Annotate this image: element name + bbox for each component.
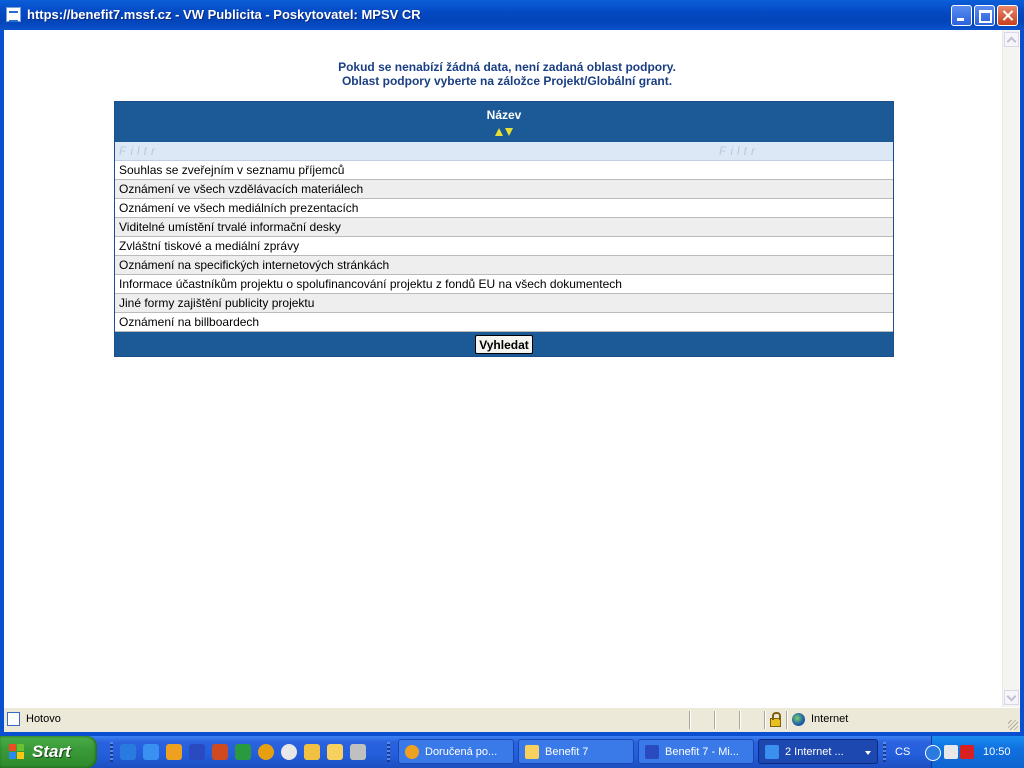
resize-grip-icon[interactable] bbox=[1008, 720, 1018, 730]
table-row[interactable]: Informace účastníkům projektu o spolufin… bbox=[115, 275, 893, 294]
status-divider bbox=[764, 711, 766, 729]
task-label: Doručená po... bbox=[425, 746, 498, 758]
ie-icon bbox=[765, 745, 779, 759]
minimize-button[interactable] bbox=[951, 5, 972, 26]
table-row[interactable]: Oznámení na billboardech bbox=[115, 313, 893, 332]
excel-quicklaunch-icon[interactable] bbox=[235, 744, 251, 760]
task-label: 2 Internet ... bbox=[785, 746, 844, 758]
status-divider bbox=[714, 711, 716, 729]
task-label: Benefit 7 - Mi... bbox=[665, 746, 739, 758]
table-row[interactable]: Oznámení ve všech mediálních prezentacíc… bbox=[115, 199, 893, 218]
antivirus-icon[interactable] bbox=[960, 745, 974, 759]
task-inbox[interactable]: Doručená po... bbox=[398, 739, 514, 764]
publicity-grid: Název Filtr Filtr Souhlas se zveřejním v… bbox=[114, 101, 894, 357]
window-title: https://benefit7.mssf.cz - VW Publicita … bbox=[27, 7, 421, 22]
network-icon[interactable] bbox=[944, 745, 958, 759]
task-benefit7-folder[interactable]: Benefit 7 bbox=[518, 739, 634, 764]
clock-quicklaunch-icon[interactable] bbox=[166, 744, 182, 760]
page-status-icon bbox=[7, 712, 20, 726]
filter-input-right[interactable]: Filtr bbox=[719, 144, 759, 158]
maximize-button[interactable] bbox=[974, 5, 995, 26]
window-title-bar[interactable]: https://benefit7.mssf.cz - VW Publicita … bbox=[0, 0, 1024, 30]
toolbar-grip[interactable] bbox=[883, 742, 886, 762]
task-label: Benefit 7 bbox=[545, 746, 589, 758]
grid-footer: Vyhledat bbox=[115, 332, 893, 356]
folder-icon bbox=[525, 745, 539, 759]
window-frame-right bbox=[1020, 30, 1024, 736]
filter-input-left[interactable]: Filtr bbox=[119, 144, 159, 158]
table-row[interactable]: Zvláštní tiskové a mediální zprávy bbox=[115, 237, 893, 256]
media-quicklaunch-icon[interactable] bbox=[258, 744, 274, 760]
status-divider bbox=[786, 711, 788, 729]
table-row[interactable]: Souhlas se zveřejním v seznamu příjemců bbox=[115, 161, 893, 180]
player-quicklaunch-icon[interactable] bbox=[281, 744, 297, 760]
clock-icon bbox=[405, 745, 419, 759]
close-button[interactable] bbox=[997, 5, 1018, 26]
grid-header: Název bbox=[115, 102, 893, 142]
tools-quicklaunch-icon[interactable] bbox=[350, 744, 366, 760]
info-message: Pokud se nenabízí žádná data, není zadan… bbox=[4, 60, 1010, 88]
task-internet-explorer-group[interactable]: 2 Internet ... bbox=[758, 739, 878, 764]
start-button[interactable]: Start bbox=[0, 736, 97, 768]
sort-controls bbox=[494, 123, 514, 141]
status-text: Hotovo bbox=[26, 713, 61, 725]
table-row[interactable]: Oznámení ve všech vzdělávacích materiále… bbox=[115, 180, 893, 199]
ie-alt-quicklaunch-icon[interactable] bbox=[143, 744, 159, 760]
clock[interactable]: 10:50 bbox=[983, 746, 1011, 758]
ie-quicklaunch-icon[interactable] bbox=[120, 744, 136, 760]
start-label: Start bbox=[32, 742, 71, 761]
task-benefit7-word[interactable]: Benefit 7 - Mi... bbox=[638, 739, 754, 764]
vertical-scrollbar[interactable] bbox=[1002, 30, 1019, 707]
sort-descending-icon[interactable] bbox=[505, 128, 513, 136]
status-divider bbox=[689, 711, 691, 729]
folder-quicklaunch-icon[interactable] bbox=[327, 744, 343, 760]
word-quicklaunch-icon[interactable] bbox=[189, 744, 205, 760]
status-divider bbox=[739, 711, 741, 729]
table-row[interactable]: Jiné formy zajištění publicity projektu bbox=[115, 294, 893, 313]
language-indicator[interactable]: CS bbox=[895, 746, 910, 758]
chat-quicklaunch-icon[interactable] bbox=[304, 744, 320, 760]
table-row[interactable]: Viditelné umístění trvalé informační des… bbox=[115, 218, 893, 237]
info-message-line2: Oblast podpory vyberte na záložce Projek… bbox=[341, 74, 673, 88]
info-message-line1: Pokud se nenabízí žádná data, není zadan… bbox=[338, 60, 676, 74]
scroll-up-icon[interactable] bbox=[1004, 32, 1019, 47]
sort-ascending-icon[interactable] bbox=[495, 128, 503, 136]
globe-icon bbox=[792, 713, 805, 726]
ie-page-icon[interactable] bbox=[6, 7, 21, 22]
search-button[interactable]: Vyhledat bbox=[475, 335, 533, 354]
word-icon bbox=[645, 745, 659, 759]
security-zone-label: Internet bbox=[811, 713, 849, 725]
filter-row[interactable]: Filtr Filtr bbox=[115, 142, 893, 161]
windows-logo-icon bbox=[9, 744, 25, 760]
status-bar: Hotovo Internet bbox=[4, 707, 1020, 732]
taskbar: Start Doručená po... Benefit 7 Benefit 7… bbox=[0, 736, 1024, 768]
lock-icon[interactable] bbox=[770, 712, 781, 727]
column-header-nazev[interactable]: Název bbox=[115, 102, 893, 122]
chevron-down-icon bbox=[865, 751, 871, 755]
page-content: Pokud se nenabízí žádná data, není zadan… bbox=[4, 30, 1002, 707]
toolbar-grip[interactable] bbox=[387, 742, 390, 762]
powerpoint-quicklaunch-icon[interactable] bbox=[212, 744, 228, 760]
toolbar-grip[interactable] bbox=[110, 742, 113, 762]
table-row[interactable]: Oznámení na specifických internetových s… bbox=[115, 256, 893, 275]
tray-expand-icon[interactable] bbox=[925, 745, 941, 761]
scroll-down-icon[interactable] bbox=[1004, 690, 1019, 705]
